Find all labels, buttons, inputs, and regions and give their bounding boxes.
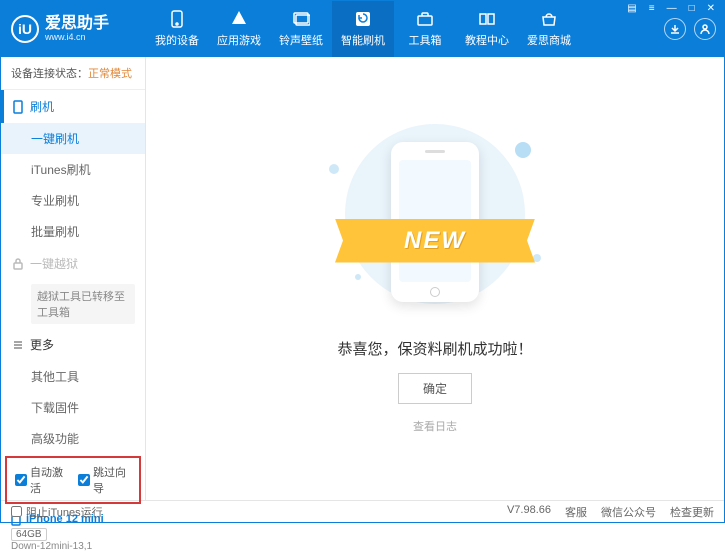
customer-service-link[interactable]: 客服	[565, 504, 587, 520]
success-message: 恭喜您，保资料刷机成功啦！	[337, 338, 532, 359]
logo-icon: iU	[11, 15, 39, 43]
sidebar-item-other-tools[interactable]: 其他工具	[1, 361, 145, 392]
wechat-link[interactable]: 微信公众号	[601, 504, 656, 520]
nav-tutorials[interactable]: 教程中心	[456, 1, 518, 57]
app-url: www.i4.cn	[45, 32, 109, 42]
store-icon	[540, 10, 558, 28]
section-flash-head[interactable]: 刷机	[1, 90, 145, 123]
section-more: 更多 其他工具 下载固件 高级功能	[1, 328, 145, 454]
nav-store[interactable]: 爱思商城	[518, 1, 580, 57]
wallpaper-icon	[292, 10, 310, 28]
toolbox-icon	[416, 10, 434, 28]
header-right	[664, 1, 716, 57]
ok-button[interactable]: 确定	[398, 373, 472, 404]
sidebar-item-itunes-flash[interactable]: iTunes刷机	[1, 154, 145, 185]
sidebar-item-download-firmware[interactable]: 下载固件	[1, 392, 145, 423]
logo-area: iU 爱思助手 www.i4.cn	[1, 15, 146, 43]
nav-my-device[interactable]: 我的设备	[146, 1, 208, 57]
section-jailbreak-head[interactable]: 一键越狱	[1, 247, 145, 280]
main-content: NEW 恭喜您，保资料刷机成功啦！ 确定 查看日志	[146, 57, 724, 500]
sidebar-item-batch-flash[interactable]: 批量刷机	[1, 216, 145, 247]
apps-icon	[230, 10, 248, 28]
sidebar-item-oneclick-flash[interactable]: 一键刷机	[1, 123, 145, 154]
section-more-head[interactable]: 更多	[1, 328, 145, 361]
device-status: 设备连接状态：正常模式	[1, 57, 145, 90]
check-update-link[interactable]: 检查更新	[670, 504, 714, 520]
nav-toolbox[interactable]: 工具箱	[394, 1, 456, 57]
device-firmware: Down-12mini-13,1	[11, 541, 135, 552]
nav-ringtone-wallpaper[interactable]: 铃声壁纸	[270, 1, 332, 57]
device-storage: 64GB	[11, 528, 47, 541]
main-nav: 我的设备 应用游戏 铃声壁纸 智能刷机 工具箱 教程中心 爱思商城	[146, 1, 580, 57]
jailbreak-note: 越狱工具已转移至工具箱	[31, 284, 135, 324]
lock-icon	[11, 257, 24, 270]
app-name: 爱思助手	[45, 16, 109, 32]
nav-smart-flash[interactable]: 智能刷机	[332, 1, 394, 57]
refresh-icon	[354, 10, 372, 28]
list-icon	[11, 338, 24, 351]
options-checkbox-row: 自动激活 跳过向导	[5, 456, 141, 504]
user-button[interactable]	[694, 18, 716, 40]
window-menu-icon[interactable]: ▤	[624, 3, 639, 14]
success-illustration: NEW	[315, 124, 555, 324]
app-header: ▤ ≡ — □ ✕ iU 爱思助手 www.i4.cn 我的设备 应用游戏 铃声…	[1, 1, 724, 57]
sidebar-item-advanced[interactable]: 高级功能	[1, 423, 145, 454]
new-ribbon: NEW	[335, 219, 535, 263]
section-flash: 刷机 一键刷机 iTunes刷机 专业刷机 批量刷机	[1, 90, 145, 247]
sidebar-item-pro-flash[interactable]: 专业刷机	[1, 185, 145, 216]
window-tray-icon[interactable]: ≡	[646, 3, 658, 14]
download-button[interactable]	[664, 18, 686, 40]
section-jailbreak: 一键越狱 越狱工具已转移至工具箱	[1, 247, 145, 328]
book-icon	[478, 10, 496, 28]
view-log-link[interactable]: 查看日志	[413, 418, 457, 434]
nav-apps-games[interactable]: 应用游戏	[208, 1, 270, 57]
sidebar: 设备连接状态：正常模式 刷机 一键刷机 iTunes刷机 专业刷机 批量刷机 一…	[1, 57, 146, 500]
checkbox-skip-guide[interactable]: 跳过向导	[78, 464, 131, 496]
phone-icon	[168, 10, 186, 28]
checkbox-auto-activate[interactable]: 自动激活	[15, 464, 68, 496]
version-label: V7.98.66	[507, 504, 551, 520]
block-itunes-checkbox[interactable]: 阻止iTunes运行	[11, 504, 103, 520]
device-status-value: 正常模式	[88, 68, 132, 80]
phone-outline-icon	[11, 100, 24, 113]
